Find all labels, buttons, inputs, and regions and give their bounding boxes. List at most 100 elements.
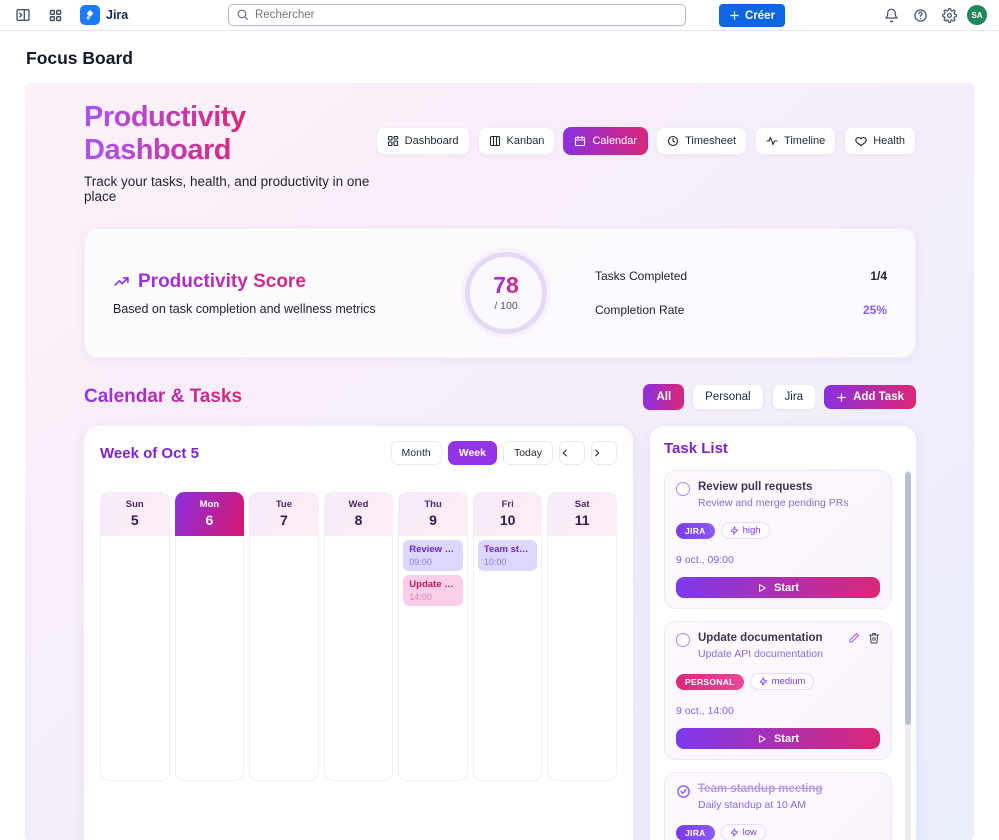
plus-icon <box>836 392 847 403</box>
view-today-button[interactable]: Today <box>503 441 553 465</box>
day-number: 10 <box>473 512 543 528</box>
day-header[interactable]: Sat 11 <box>547 492 617 536</box>
help-button[interactable] <box>909 4 931 26</box>
calendar-icon <box>574 135 586 147</box>
trending-up-icon <box>113 273 130 290</box>
chevron-right-icon <box>592 448 616 458</box>
priority-label: medium <box>772 676 806 687</box>
day-header[interactable]: Sun 5 <box>100 492 170 536</box>
calendar-event[interactable]: Team standup meeting 10:00 <box>478 540 538 571</box>
user-avatar[interactable]: SA <box>967 5 987 25</box>
metric-value: 25% <box>863 303 887 317</box>
play-icon <box>757 583 767 593</box>
day-name: Sun <box>100 499 170 510</box>
dashboard-heading-block: Productivity Dashboard Track your tasks,… <box>84 101 376 204</box>
filter-personal[interactable]: Personal <box>692 384 763 410</box>
task-list-scrollbar-track[interactable] <box>905 470 911 840</box>
tab-kanban[interactable]: Kanban <box>478 127 556 155</box>
task-title: Update documentation <box>698 632 840 644</box>
settings-button[interactable] <box>938 4 960 26</box>
view-month-button[interactable]: Month <box>391 441 442 465</box>
task-list-scrollbar-thumb[interactable] <box>905 472 911 725</box>
edit-task-button[interactable] <box>848 632 860 660</box>
task-checkbox[interactable] <box>676 482 690 496</box>
gear-icon <box>942 8 957 23</box>
tab-dashboard[interactable]: Dashboard <box>376 127 470 155</box>
day-body[interactable] <box>100 536 170 781</box>
apps-grid-icon <box>48 8 63 23</box>
add-task-button[interactable]: Add Task <box>824 385 916 409</box>
day-header[interactable]: Wed 8 <box>324 492 394 536</box>
week-title: Week of Oct 5 <box>100 445 199 462</box>
task-item: Review pull requests Review and merge pe… <box>664 470 892 609</box>
tab-timesheet[interactable]: Timesheet <box>656 127 747 155</box>
day-body[interactable] <box>249 536 319 781</box>
day-header[interactable]: Tue 7 <box>249 492 319 536</box>
create-button[interactable]: Créer <box>719 4 785 27</box>
tab-calendar[interactable]: Calendar <box>563 127 648 155</box>
day-header[interactable]: Fri 10 <box>473 492 543 536</box>
day-name: Mon <box>175 499 245 510</box>
day-column-thu: Thu 9 Review pull requests 09:00 Update … <box>398 492 468 781</box>
plus-icon <box>729 10 740 21</box>
calendar-event[interactable]: Update documentation 14:00 <box>403 575 463 606</box>
day-header[interactable]: Thu 9 <box>398 492 468 536</box>
filter-jira[interactable]: Jira <box>772 384 817 410</box>
task-checkbox[interactable] <box>676 633 690 647</box>
day-column-sat: Sat 11 <box>547 492 617 781</box>
day-name: Fri <box>473 499 543 510</box>
start-task-button[interactable]: Start <box>676 728 880 749</box>
day-column-sun: Sun 5 <box>100 492 170 781</box>
task-description: Daily standup at 10 AM <box>698 799 880 811</box>
score-subtitle: Based on task completion and wellness me… <box>113 302 465 316</box>
metric-label: Completion Rate <box>595 303 684 317</box>
day-number: 9 <box>398 512 468 528</box>
day-number: 8 <box>324 512 394 528</box>
day-header-selected[interactable]: Mon 6 <box>175 492 245 536</box>
task-list-scroll-area[interactable]: Review pull requests Review and merge pe… <box>664 470 902 840</box>
event-time: 14:00 <box>409 592 457 602</box>
task-checkbox-checked[interactable] <box>676 784 690 798</box>
next-week-button[interactable] <box>591 441 617 465</box>
jira-home-link[interactable]: Jira <box>76 3 132 27</box>
prev-week-button[interactable] <box>559 441 585 465</box>
day-body[interactable] <box>324 536 394 781</box>
event-title: Update documentation <box>409 579 457 590</box>
clock-icon <box>667 135 679 147</box>
dashboard-container: Productivity Dashboard Track your tasks,… <box>25 83 974 840</box>
app-switcher-button[interactable] <box>44 4 66 26</box>
view-tabs: Dashboard Kanban Calendar Timesheet Time… <box>376 127 916 155</box>
start-task-button[interactable]: Start <box>676 577 880 598</box>
notifications-button[interactable] <box>880 4 902 26</box>
day-body[interactable] <box>547 536 617 781</box>
score-value: 78 <box>493 274 519 297</box>
page-title: Focus Board <box>26 48 999 69</box>
task-priority-badge: high <box>721 522 770 539</box>
productivity-score-card: Productivity Score Based on task complet… <box>84 228 916 358</box>
day-body[interactable]: Review pull requests 09:00 Update docume… <box>398 536 468 781</box>
tab-timeline[interactable]: Timeline <box>755 127 836 155</box>
add-task-label: Add Task <box>853 391 904 403</box>
event-time: 09:00 <box>409 557 457 567</box>
filter-all[interactable]: All <box>643 384 684 410</box>
zap-icon <box>730 828 739 837</box>
task-item: Update documentation Update API document… <box>664 621 892 760</box>
task-date: 9 oct., 14:00 <box>676 705 880 717</box>
task-list-title: Task List <box>664 440 902 457</box>
sidebar-toggle-button[interactable] <box>12 4 34 26</box>
day-body[interactable] <box>175 536 245 781</box>
section-title: Calendar & Tasks <box>84 386 242 408</box>
score-title: Productivity Score <box>138 271 306 293</box>
view-week-button[interactable]: Week <box>448 441 497 465</box>
delete-task-button[interactable] <box>868 632 880 660</box>
search-input[interactable] <box>228 4 686 26</box>
day-name: Sat <box>547 499 617 510</box>
tab-label: Timeline <box>784 135 825 147</box>
metric-value: 1/4 <box>870 269 887 283</box>
calendar-event[interactable]: Review pull requests 09:00 <box>403 540 463 571</box>
day-column-tue: Tue 7 <box>249 492 319 781</box>
tab-health[interactable]: Health <box>844 127 916 155</box>
day-number: 6 <box>175 512 245 528</box>
day-body[interactable]: Team standup meeting 10:00 <box>473 536 543 781</box>
task-priority-badge: low <box>721 824 766 840</box>
